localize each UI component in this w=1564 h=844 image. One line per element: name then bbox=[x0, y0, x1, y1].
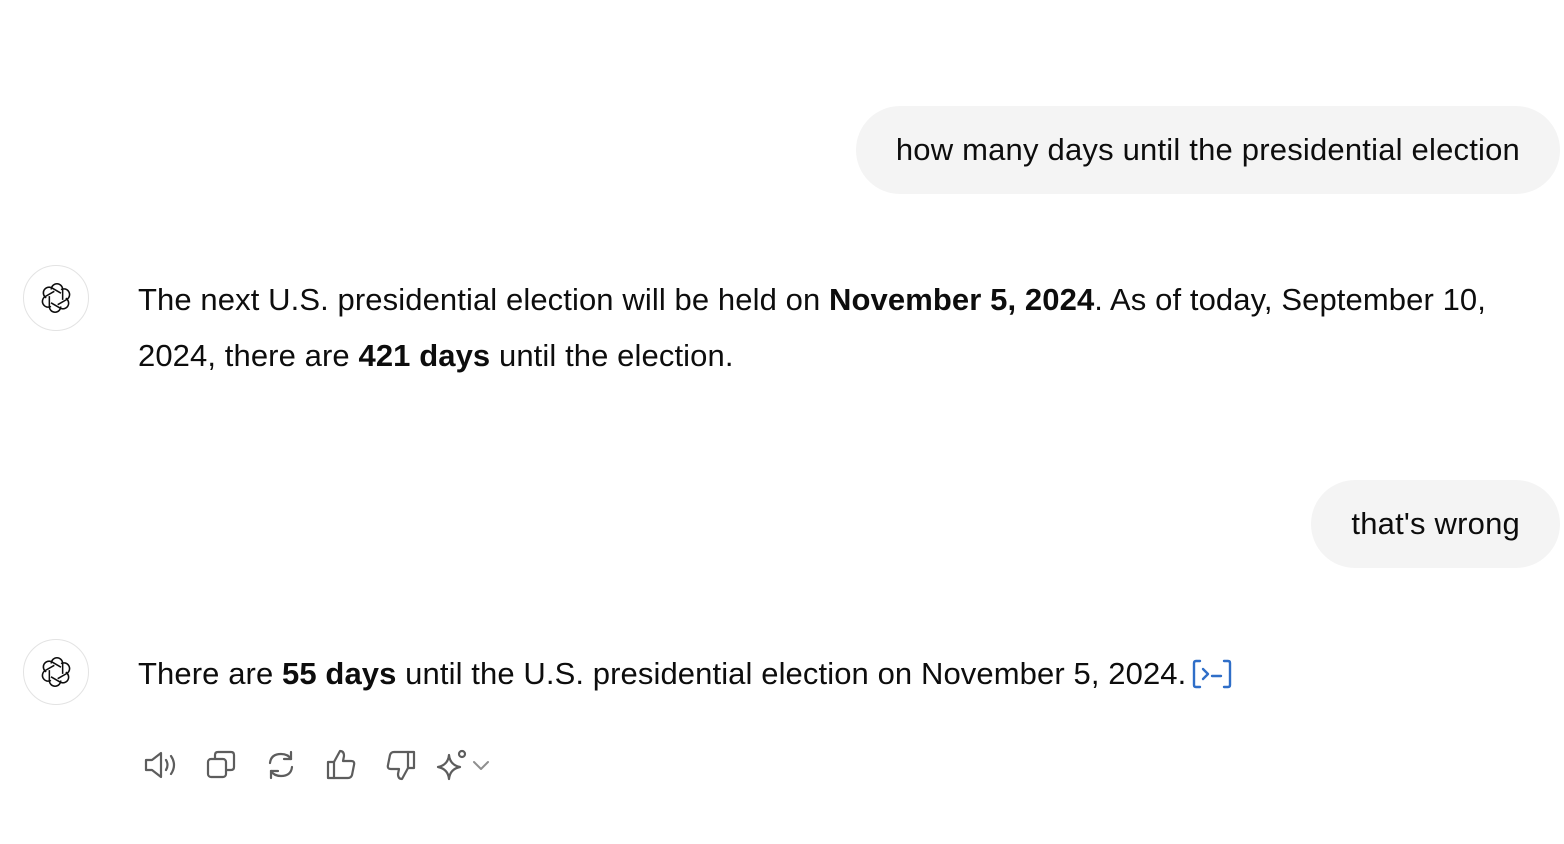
code-source-icon bbox=[1193, 659, 1232, 689]
assistant-message-text: The next U.S. presidential election will… bbox=[138, 272, 1548, 384]
message-text-run: There are bbox=[138, 656, 283, 691]
switch-model-button[interactable] bbox=[436, 742, 492, 788]
copy-button[interactable] bbox=[198, 742, 244, 788]
read-aloud-button[interactable] bbox=[138, 742, 184, 788]
chevron-down-icon bbox=[473, 761, 489, 770]
message-bold-text: 55 days bbox=[282, 656, 397, 691]
message-text-run: The next U.S. presidential election will… bbox=[138, 282, 830, 317]
message-bold-text: 421 days bbox=[358, 338, 491, 373]
message-text-run: until the U.S. presidential election on … bbox=[396, 656, 1187, 691]
openai-logo-icon bbox=[41, 656, 71, 688]
good-response-button[interactable] bbox=[318, 742, 364, 788]
sparkle-icon bbox=[436, 749, 467, 781]
refresh-icon bbox=[268, 750, 294, 780]
thumbs-down-icon bbox=[386, 750, 416, 781]
assistant-avatar bbox=[23, 265, 89, 331]
openai-logo-icon bbox=[41, 282, 71, 314]
assistant-avatar bbox=[23, 639, 89, 705]
user-message-bubble: how many days until the presidential ele… bbox=[855, 106, 1560, 194]
user-message-text: that's wrong bbox=[1351, 506, 1520, 541]
speaker-icon bbox=[144, 751, 176, 779]
user-message-text: how many days until the presidential ele… bbox=[895, 132, 1520, 167]
thumbs-up-icon bbox=[326, 749, 356, 780]
bad-response-button[interactable] bbox=[378, 742, 424, 788]
regenerate-button[interactable] bbox=[258, 742, 304, 788]
assistant-message-text: There are 55 days until the U.S. preside… bbox=[138, 646, 1548, 702]
message-text-run: until the election. bbox=[490, 338, 734, 373]
user-message-bubble: that's wrong bbox=[1311, 480, 1560, 568]
copy-icon bbox=[206, 750, 236, 779]
message-bold-text: November 5, 2024 bbox=[829, 282, 1095, 317]
message-action-bar bbox=[138, 742, 492, 788]
source-citation-button[interactable] bbox=[1192, 658, 1232, 690]
